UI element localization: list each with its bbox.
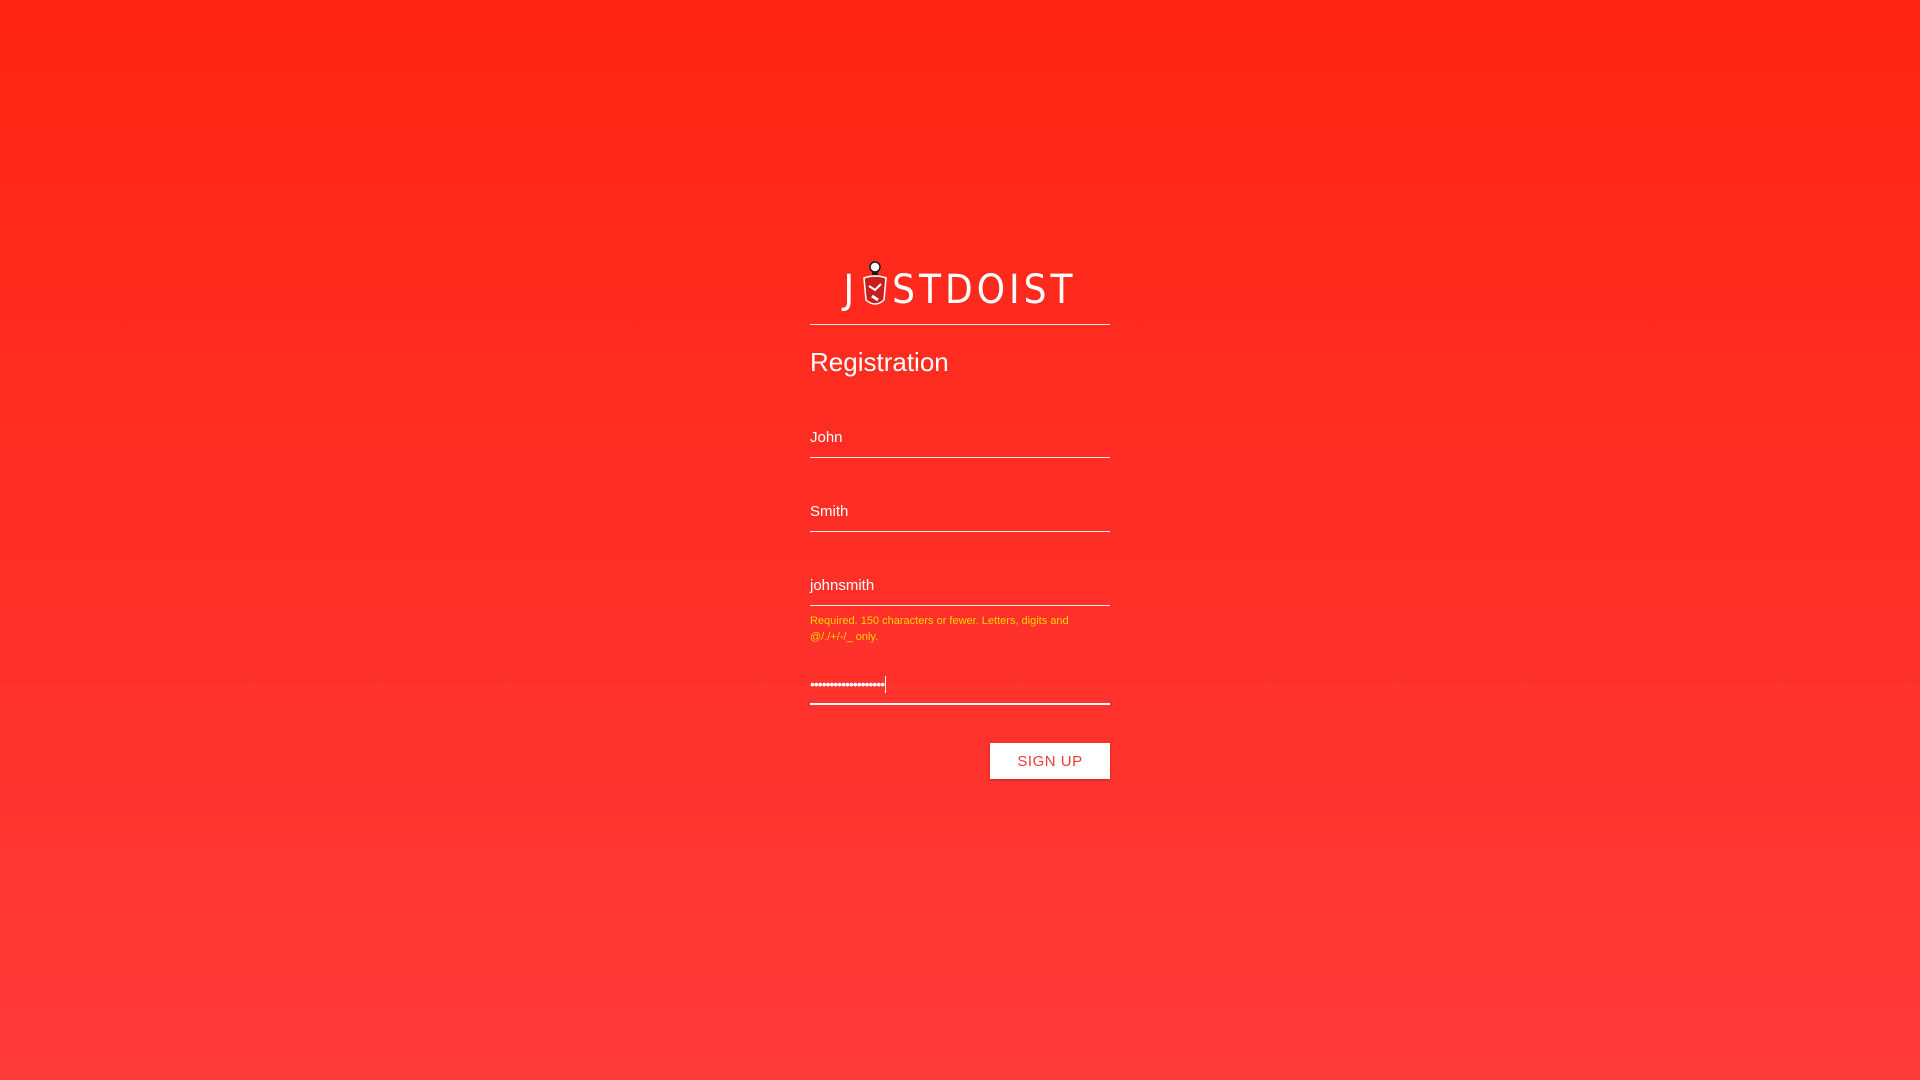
username-field[interactable]: johnsmith bbox=[810, 577, 1110, 606]
form-actions: SIGN UP bbox=[810, 743, 1110, 779]
logo-letters-rest: STDOIST bbox=[892, 267, 1077, 313]
password-value: ••••••••••••••••••• bbox=[810, 676, 885, 692]
logo-figure-icon bbox=[860, 260, 890, 310]
justdoist-logo: J STDOIST bbox=[810, 250, 1110, 310]
page-title: Registration bbox=[810, 347, 949, 377]
text-caret bbox=[885, 675, 887, 693]
last-name-field[interactable]: Smith bbox=[810, 503, 1110, 532]
first-name-field[interactable]: John bbox=[810, 429, 1110, 458]
password-field[interactable]: ••••••••••••••••••• bbox=[810, 675, 1110, 705]
username-help-text: Required. 150 characters or fewer. Lette… bbox=[810, 615, 1069, 643]
registration-card: J STDOIST Registration John Smith johnsm… bbox=[810, 250, 1110, 779]
sign-up-button[interactable]: SIGN UP bbox=[990, 743, 1110, 779]
logo-letter-j: J bbox=[843, 267, 859, 313]
logo-wordmark: J STDOIST bbox=[844, 260, 1077, 310]
logo-divider bbox=[810, 324, 1110, 325]
